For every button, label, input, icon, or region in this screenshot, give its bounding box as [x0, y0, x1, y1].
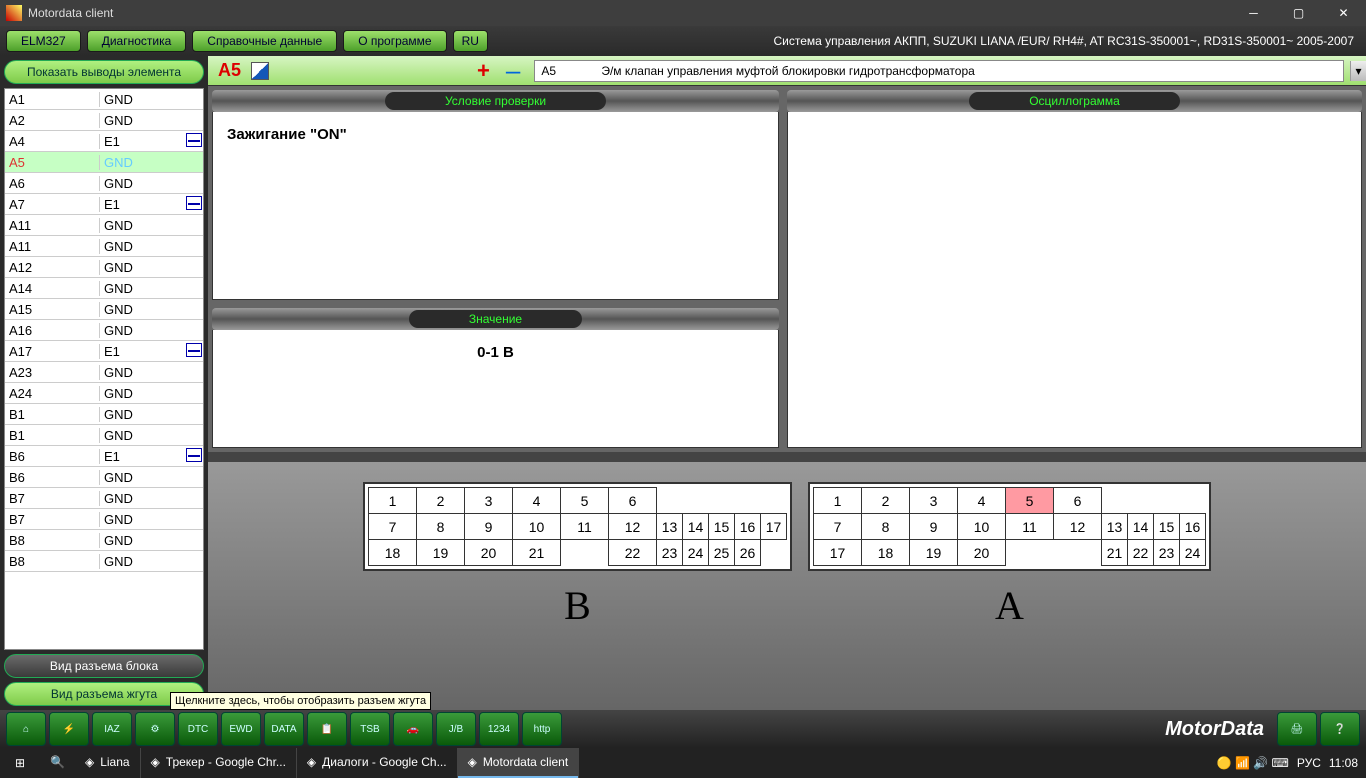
tool-button[interactable]: ⚡ [49, 712, 89, 746]
connector-b[interactable]: 1234567891011121314151617181920212223242… [363, 482, 792, 571]
sidebar: Показать выводы элемента A1GNDA2GNDA4E1A… [0, 56, 208, 710]
pin-desc: Э/м клапан управления муфтой блокировки … [601, 64, 1337, 78]
close-button[interactable]: ✕ [1321, 0, 1366, 26]
help-button[interactable]: ❔ [1320, 712, 1360, 746]
pin-row[interactable]: A15GND [5, 299, 203, 320]
tool-button[interactable]: EWD [221, 712, 261, 746]
tool-button[interactable]: DATA [264, 712, 304, 746]
panel-header-oscillogram: Осциллограмма [787, 90, 1362, 112]
print-button[interactable]: 🖨 [1277, 712, 1317, 746]
start-button[interactable]: ⊞ [0, 748, 40, 778]
pin-row[interactable]: B8GND [5, 530, 203, 551]
btn-lang[interactable]: RU [453, 30, 488, 52]
pin-row[interactable]: A5GND [5, 152, 203, 173]
tool-button[interactable]: 1234 [479, 712, 519, 746]
pin-row[interactable]: A16GND [5, 320, 203, 341]
pin-row[interactable]: A11GND [5, 215, 203, 236]
pin-row[interactable]: B7GND [5, 488, 203, 509]
wire-color-icon [251, 62, 269, 80]
taskbar-item[interactable]: ◈Liana [75, 748, 140, 778]
zoom-out-button[interactable]: – [498, 55, 528, 86]
pin-row[interactable]: B8GND [5, 551, 203, 572]
minimize-button[interactable]: ─ [1231, 0, 1276, 26]
value-body: 0-1 В [212, 330, 779, 448]
tool-button[interactable]: http [522, 712, 562, 746]
tool-button[interactable]: ⌂ [6, 712, 46, 746]
pin-row[interactable]: A11GND [5, 236, 203, 257]
brand-logo: MotorData [1165, 718, 1274, 741]
condition-body: Зажигание "ON" [212, 112, 779, 300]
pin-row[interactable]: B6E1 [5, 446, 203, 467]
connector-area: 1234567891011121314151617181920212223242… [208, 452, 1366, 710]
pin-row[interactable]: A4E1 [5, 131, 203, 152]
taskbar: ⊞ 🔍 ◈Liana◈Трекер - Google Chr...◈Диалог… [0, 748, 1366, 778]
system-info: Система управления АКПП, SUZUKI LIANA /E… [774, 34, 1360, 48]
pin-row[interactable]: B1GND [5, 425, 203, 446]
btn-about[interactable]: О программе [343, 30, 446, 52]
pin-code: A5 [541, 64, 601, 78]
pin-row[interactable]: A1GND [5, 89, 203, 110]
zoom-in-button[interactable]: + [469, 58, 498, 84]
pin-row[interactable]: A7E1 [5, 194, 203, 215]
toolstrip: Щелкните здесь, чтобы отобразить разъем … [0, 710, 1366, 748]
dropdown-icon[interactable]: ▾ [1350, 61, 1366, 81]
selection-bar: A5 + – A5 Э/м клапан управления муфтой б… [208, 56, 1366, 86]
taskbar-item[interactable]: ◈Motordata client [458, 748, 579, 778]
pin-row[interactable]: A24GND [5, 383, 203, 404]
tool-button[interactable]: 🚗 [393, 712, 433, 746]
pin-row[interactable]: A17E1 [5, 341, 203, 362]
btn-view-block[interactable]: Вид разъема блока [4, 654, 204, 678]
tooltip: Щелкните здесь, чтобы отобразить разъем … [170, 692, 431, 710]
connector-a[interactable]: 123456789101112131415161718192021222324 … [808, 482, 1211, 571]
tool-button[interactable]: IAZ [92, 712, 132, 746]
pin-row[interactable]: B6GND [5, 467, 203, 488]
pin-row[interactable]: A23GND [5, 362, 203, 383]
tool-button[interactable]: 📋 [307, 712, 347, 746]
btn-reference[interactable]: Справочные данные [192, 30, 337, 52]
taskbar-item[interactable]: ◈Диалоги - Google Ch... [297, 748, 457, 778]
pin-row[interactable]: A14GND [5, 278, 203, 299]
tool-button[interactable]: J/B [436, 712, 476, 746]
btn-show-pins[interactable]: Показать выводы элемента [4, 60, 204, 84]
oscillogram-body [787, 112, 1362, 448]
tool-button[interactable]: TSB [350, 712, 390, 746]
taskbar-search[interactable]: 🔍 [40, 748, 75, 778]
pin-list[interactable]: A1GNDA2GNDA4E1A5GNDA6GNDA7E1A11GNDA11GND… [4, 88, 204, 650]
pin-row[interactable]: A12GND [5, 257, 203, 278]
selected-pin: A5 [208, 60, 251, 81]
content: A5 + – A5 Э/м клапан управления муфтой б… [208, 56, 1366, 710]
btn-elm327[interactable]: ELM327 [6, 30, 81, 52]
panel-header-value: Значение [212, 308, 779, 330]
app-title: Motordata client [28, 6, 113, 20]
tool-button[interactable]: ⚙ [135, 712, 175, 746]
pin-row[interactable]: A2GND [5, 110, 203, 131]
pin-row[interactable]: B1GND [5, 404, 203, 425]
pin-row[interactable]: B7GND [5, 509, 203, 530]
pin-selector[interactable]: A5 Э/м клапан управления муфтой блокиров… [534, 60, 1344, 82]
tool-button[interactable]: DTC [178, 712, 218, 746]
titlebar: Motordata client ─ ▢ ✕ [0, 0, 1366, 26]
top-toolbar: ELM327 Диагностика Справочные данные О п… [0, 26, 1366, 56]
app-icon [6, 5, 22, 21]
pin-row[interactable]: A6GND [5, 173, 203, 194]
btn-diagnostics[interactable]: Диагностика [87, 30, 187, 52]
maximize-button[interactable]: ▢ [1276, 0, 1321, 26]
taskbar-item[interactable]: ◈Трекер - Google Chr... [141, 748, 296, 778]
panel-header-condition: Условие проверки [212, 90, 779, 112]
